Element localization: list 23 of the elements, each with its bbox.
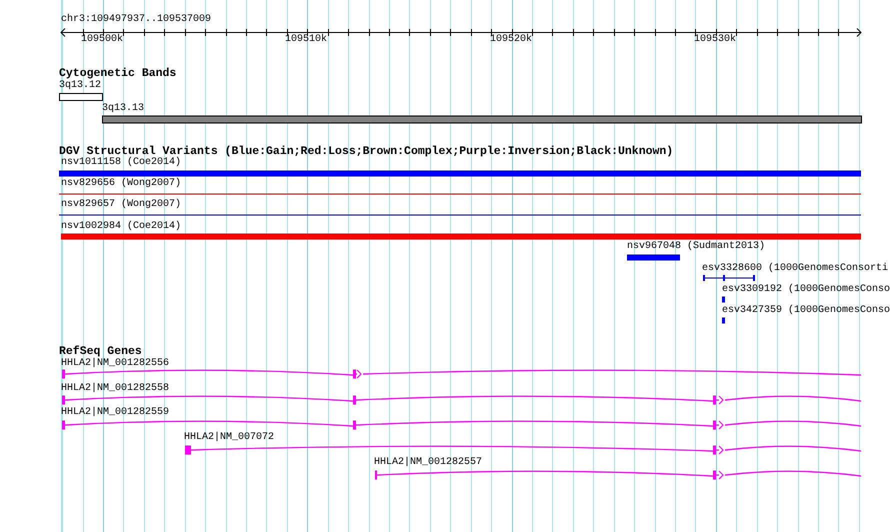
- feature-label: HHLA2|NM_001282557: [374, 457, 482, 469]
- feature-label: HHLA2|NM_007072: [184, 432, 274, 444]
- track-title: RefSeq Genes: [59, 346, 142, 358]
- feature-label: esv3309192 (1000GenomesConso: [722, 284, 890, 296]
- feature-label: esv3328600 (1000GenomesConsorti: [702, 263, 888, 275]
- feature-label: nsv967048 (Sudmant2013): [627, 241, 766, 253]
- feature-label: esv3427359 (1000GenomesConso: [722, 305, 890, 317]
- feature-label: nsv829657 (Wong2007): [61, 199, 182, 211]
- feature-label: HHLA2|NM_001282556: [61, 358, 170, 370]
- region-coordinates: chr3:109497937..109537009: [61, 14, 212, 26]
- feature-label: nsv1002984 (Coe2014): [61, 221, 182, 233]
- tick-label: 109500k: [81, 34, 124, 46]
- tick-label: 109510k: [285, 34, 328, 46]
- feature-label: 3q13.12: [59, 80, 102, 92]
- feature-label: nsv829656 (Wong2007): [61, 178, 182, 190]
- feature-label: HHLA2|NM_001282559: [61, 407, 170, 419]
- track-title: DGV Structural Variants (Blue:Gain;Red:Loss;Brown:Complex;Purple:Inversion;Black:Unknown): [59, 146, 674, 158]
- tick-label: 109530k: [694, 34, 736, 46]
- feature-label: 3q13.13: [102, 103, 144, 115]
- track-title: Cytogenetic Bands: [59, 68, 176, 80]
- feature-label: nsv1011158 (Coe2014): [61, 157, 182, 169]
- feature-label: HHLA2|NM_001282558: [61, 383, 170, 395]
- tick-label: 109520k: [490, 34, 532, 46]
